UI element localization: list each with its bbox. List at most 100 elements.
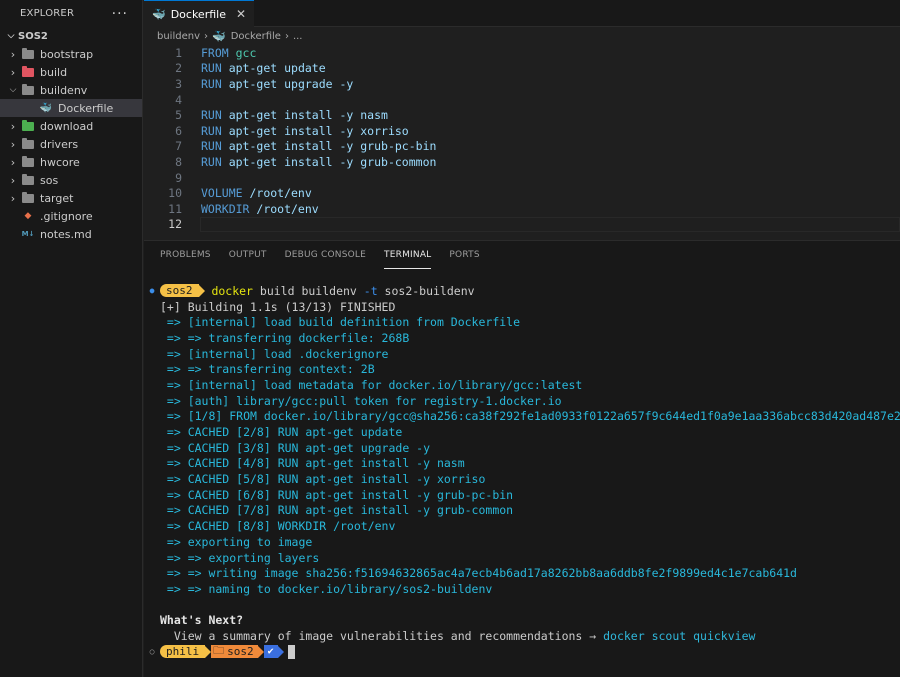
build-status-text: [+] Building 1.1s (13/13) FINISHED <box>160 299 396 314</box>
keyword: RUN <box>201 123 222 138</box>
build-step-text: => => transferring context: 2B <box>160 362 375 377</box>
build-step-text: => => transferring dockerfile: 268B <box>160 330 410 345</box>
code-editor[interactable]: 1 FROM gcc 2 RUN apt-get update 3 RUN apt-get… <box>144 45 900 232</box>
tab-output[interactable]: OUTPUT <box>229 241 267 269</box>
keyword: RUN <box>201 108 222 123</box>
instruction-args: apt-get install -y nasm <box>221 108 388 123</box>
tree-item-build[interactable]: › build <box>0 63 142 81</box>
keyword: RUN <box>201 61 222 76</box>
build-step-text: => [1/8] FROM docker.io/library/gcc@sha2… <box>160 409 900 424</box>
folder-icon <box>20 137 36 150</box>
line-content: RUN apt-get update <box>182 61 326 75</box>
workspace-root[interactable]: ⌵ SOS2 <box>0 27 142 45</box>
build-step-text: => exporting to image <box>160 534 313 549</box>
terminal-command-line: ● sos2 docker build buildenv -t sos2-bui… <box>144 283 900 299</box>
tab-dockerfile[interactable]: 🐳 Dockerfile ✕ <box>144 0 255 27</box>
build-step: => => naming to docker.io/library/sos2-b… <box>144 581 900 597</box>
tab-ports[interactable]: PORTS <box>449 241 479 269</box>
build-step: => [auth] library/gcc:pull token for reg… <box>144 393 900 409</box>
build-step: => exporting to image <box>144 534 900 550</box>
folder-icon <box>20 191 36 204</box>
code-line: 8 RUN apt-get install -y grub-common <box>144 154 900 170</box>
tree-item-hwcore[interactable]: › hwcore <box>0 153 142 171</box>
build-step: => CACHED [6/8] RUN apt-get install -y g… <box>144 487 900 503</box>
build-step-text: => => exporting layers <box>160 550 320 565</box>
build-step-text: => CACHED [5/8] RUN apt-get install -y x… <box>160 472 486 487</box>
prompt-dir-segment: 🗀 sos2 <box>211 644 258 659</box>
line-number: 8 <box>175 154 182 169</box>
editor-area: 🐳 Dockerfile ✕ buildenv › 🐳 Dockerfile ›… <box>144 0 900 240</box>
folder-icon <box>20 65 36 78</box>
build-step-text: => CACHED [4/8] RUN apt-get install -y n… <box>160 456 465 471</box>
explorer-sidebar: EXPLORER ··· ⌵ SOS2 › bootstrap › build ⌵ bui… <box>0 0 143 677</box>
build-step: => CACHED [8/8] WORKDIR /root/env <box>144 518 900 534</box>
tree-item-label: build <box>40 65 68 79</box>
tree-item-buildenv[interactable]: ⌵ buildenv <box>0 81 142 99</box>
code-line: 10 VOLUME /root/env <box>144 185 900 201</box>
build-step-text: => => writing image sha256:f51694632865a… <box>160 566 797 581</box>
line-content: RUN apt-get install -y xorriso <box>182 124 409 138</box>
build-step-text: => [internal] load .dockerignore <box>160 346 389 361</box>
tree-item-bootstrap[interactable]: › bootstrap <box>0 45 142 63</box>
line-content: VOLUME /root/env <box>182 186 312 200</box>
chevron-right-icon: › <box>10 47 16 61</box>
tree-item-label: notes.md <box>40 227 92 241</box>
line-number: 10 <box>168 186 182 201</box>
command-name: docker <box>211 283 253 298</box>
keyword: WORKDIR <box>201 201 250 216</box>
summary-line: View a summary of image vulnerabilities … <box>144 628 900 644</box>
folder-open-icon <box>20 83 36 96</box>
tab-debug-console[interactable]: DEBUG CONSOLE <box>285 241 366 269</box>
folder-icon <box>20 119 36 132</box>
line-number: 9 <box>175 170 182 185</box>
tree-item-label: bootstrap <box>40 47 94 61</box>
bottom-panel: PROBLEMS OUTPUT DEBUG CONSOLE TERMINAL PORTS… <box>144 240 900 677</box>
code-line: 7 RUN apt-get install -y grub-pc-bin <box>144 139 900 155</box>
tree-item-label: download <box>40 119 94 133</box>
terminal-prompt-line: ○ phili 🗀 sos2 ✔ <box>144 644 900 660</box>
command-flag: -t <box>363 283 378 298</box>
breadcrumb-more[interactable]: ... <box>293 31 303 42</box>
line-content: FROM gcc <box>182 46 256 60</box>
close-icon[interactable]: ✕ <box>236 7 246 21</box>
breadcrumb-folder[interactable]: buildenv <box>157 31 200 42</box>
code-line: 11 WORKDIR /root/env <box>144 201 900 217</box>
build-step: => => writing image sha256:f51694632865a… <box>144 565 900 581</box>
chevron-right-icon: › <box>204 30 208 42</box>
whats-next: What's Next? <box>144 612 900 628</box>
build-step: => [internal] load build definition from… <box>144 314 900 330</box>
tab-problems[interactable]: PROBLEMS <box>160 241 211 269</box>
tree-item-drivers[interactable]: › drivers <box>0 135 142 153</box>
tree-item-gitignore[interactable]: ◆ .gitignore <box>0 207 142 225</box>
docker-icon: 🐳 <box>212 29 226 43</box>
tree-item-dockerfile[interactable]: 🐳 Dockerfile <box>0 99 142 117</box>
build-steps: => [internal] load build definition from… <box>144 314 900 596</box>
build-step: => => exporting layers <box>144 550 900 566</box>
folder-icon <box>20 47 36 60</box>
tree-item-notes-md[interactable]: M↓ notes.md <box>0 225 142 243</box>
tree-item-download[interactable]: › download <box>0 117 142 135</box>
chevron-right-icon: › <box>10 191 16 205</box>
tree-item-label: .gitignore <box>40 209 93 223</box>
tree-item-sos[interactable]: › sos <box>0 171 142 189</box>
tree-item-target[interactable]: › target <box>0 189 142 207</box>
build-status: [+] Building 1.1s (13/13) FINISHED <box>144 299 900 315</box>
folder-icon <box>20 173 36 186</box>
line-number: 5 <box>175 108 182 123</box>
summary-command[interactable]: docker scout quickview <box>603 629 755 643</box>
tab-terminal[interactable]: TERMINAL <box>384 241 432 269</box>
code-line: 1 FROM gcc <box>144 45 900 61</box>
keyword: VOLUME <box>201 186 243 201</box>
instruction-args: apt-get upgrade -y <box>221 76 354 91</box>
line-number: 11 <box>168 201 182 216</box>
workspace-root-label: SOS2 <box>18 30 48 42</box>
breadcrumb-file[interactable]: Dockerfile <box>231 31 281 42</box>
more-actions-icon[interactable]: ··· <box>112 7 128 21</box>
summary-text: View a summary of image vulnerabilities … <box>160 628 604 643</box>
keyword: FROM <box>201 45 229 60</box>
line-number: 6 <box>175 123 182 138</box>
docker-icon: 🐳 <box>152 7 166 21</box>
terminal[interactable]: ● sos2 docker build buildenv -t sos2-bui… <box>144 283 900 660</box>
build-step: => CACHED [5/8] RUN apt-get install -y x… <box>144 471 900 487</box>
code-line: 9 <box>144 170 900 186</box>
